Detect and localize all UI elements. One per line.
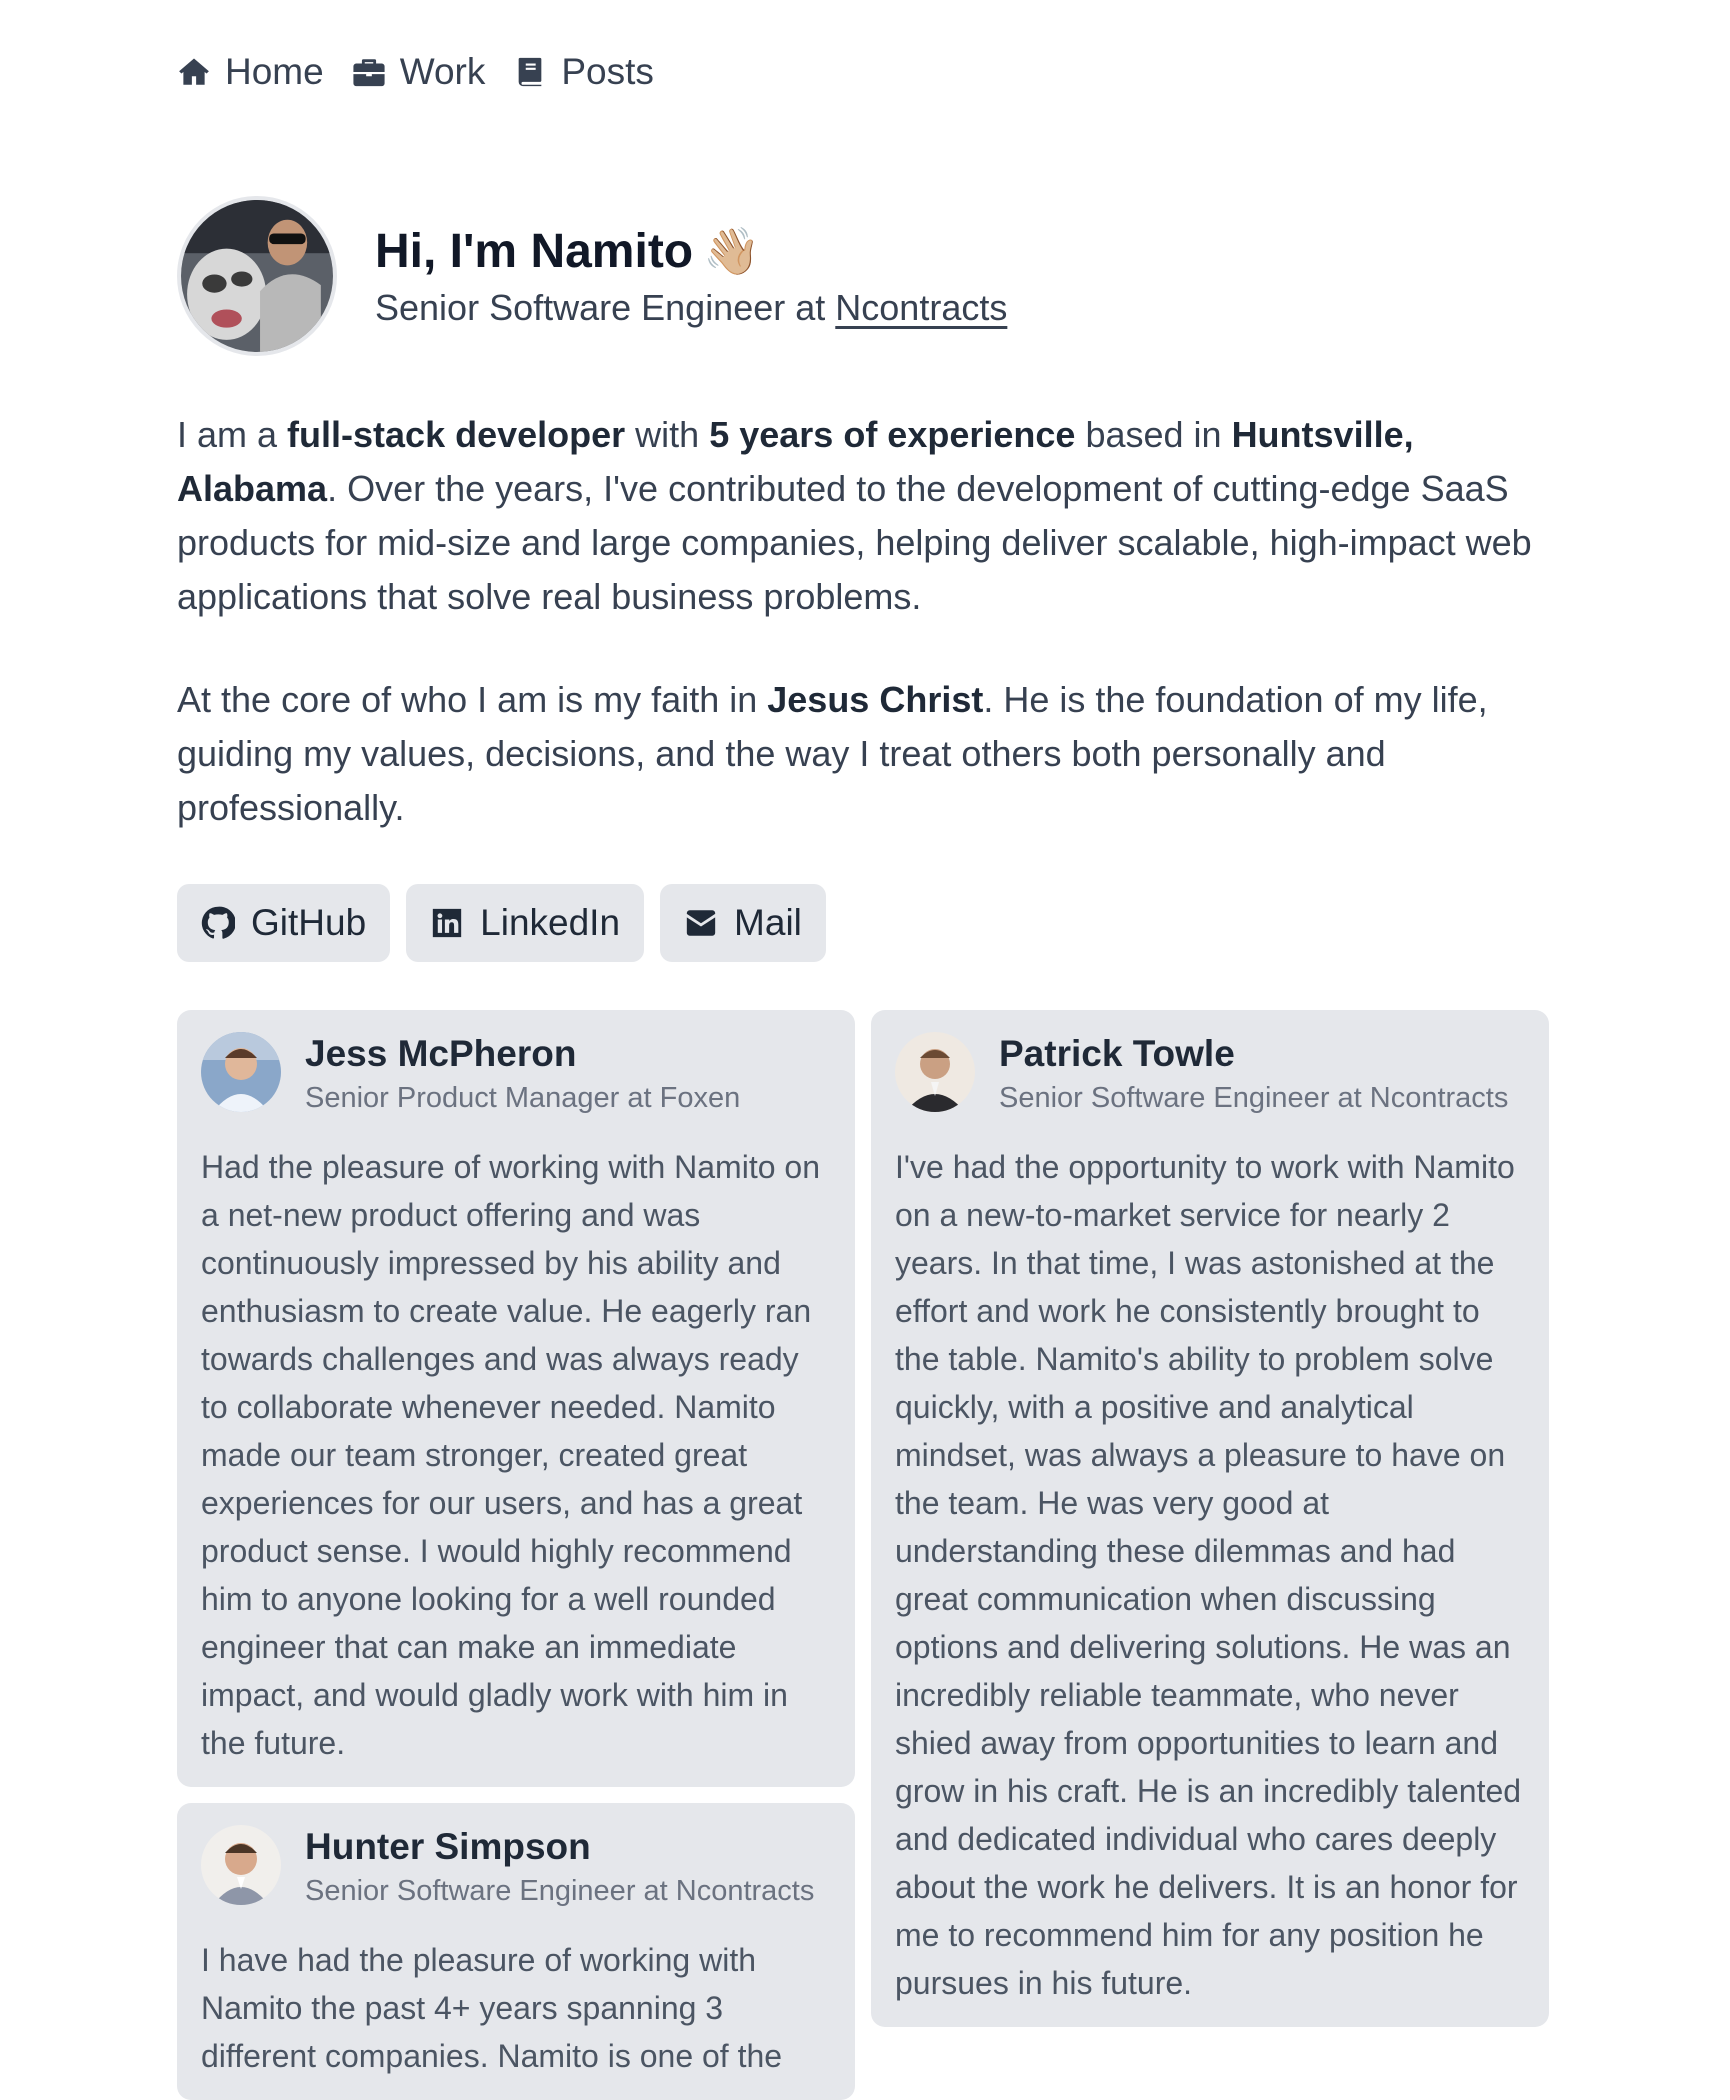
testimonial-name: Patrick Towle bbox=[999, 1033, 1235, 1074]
testimonial-meta: Jess McPheron Senior Product Manager at … bbox=[305, 1032, 740, 1115]
testimonial-header: Jess McPheron Senior Product Manager at … bbox=[201, 1032, 831, 1115]
book-icon bbox=[519, 57, 542, 87]
testimonial-text: I've had the opportunity to work with Na… bbox=[895, 1149, 1522, 2001]
bio-text: I am a bbox=[177, 414, 288, 455]
bio-highlight: Jesus Christ bbox=[767, 679, 984, 720]
bio-text: based in bbox=[1075, 414, 1232, 455]
bio-highlight: full-stack developer bbox=[287, 414, 626, 455]
testimonial-text: I have had the pleasure of working with … bbox=[201, 1942, 783, 2074]
bio: I am a full-stack developer with 5 years… bbox=[177, 408, 1552, 835]
company-link[interactable]: Ncontracts bbox=[835, 287, 1007, 328]
profile-avatar bbox=[177, 196, 337, 356]
home-icon bbox=[179, 58, 209, 85]
role-line: Senior Software Engineer at Ncontracts bbox=[375, 287, 1007, 329]
nav-posts-label: Posts bbox=[561, 51, 654, 92]
person-photo-icon bbox=[895, 1032, 975, 1112]
role-text: Senior Software Engineer at bbox=[375, 286, 826, 328]
profile-text: Hi, I'm Namito 👋🏼 Senior Software Engine… bbox=[375, 223, 1007, 329]
person-photo-icon bbox=[201, 1825, 281, 1905]
github-icon bbox=[201, 906, 235, 939]
testimonial-header: Hunter Simpson Senior Software Engineer … bbox=[201, 1825, 831, 1908]
mail-label: Mail bbox=[734, 902, 802, 943]
testimonials: Jess McPheron Senior Product Manager at … bbox=[177, 1010, 1552, 2100]
testimonial-card: Jess McPheron Senior Product Manager at … bbox=[177, 1010, 855, 1787]
testimonial-meta: Hunter Simpson Senior Software Engineer … bbox=[305, 1825, 814, 1908]
testimonial-header: Patrick Towle Senior Software Engineer a… bbox=[895, 1032, 1525, 1115]
avatar bbox=[201, 1825, 281, 1905]
nav-work-label: Work bbox=[399, 51, 486, 92]
profile-photo-icon bbox=[181, 200, 333, 352]
testimonial-name: Jess McPheron bbox=[305, 1033, 577, 1074]
testimonial-meta: Patrick Towle Senior Software Engineer a… bbox=[999, 1032, 1508, 1115]
bio-paragraph-2: At the core of who I am is my faith in J… bbox=[177, 673, 1552, 835]
github-label: GitHub bbox=[251, 902, 367, 943]
bio-paragraph-1: I am a full-stack developer with 5 years… bbox=[177, 408, 1552, 624]
top-nav: Home Work Posts bbox=[177, 0, 1552, 92]
bio-text: with bbox=[625, 414, 710, 455]
testimonial-card: Hunter Simpson Senior Software Engineer … bbox=[177, 1803, 855, 2100]
testimonial-name: Hunter Simpson bbox=[305, 1826, 591, 1867]
github-button[interactable]: GitHub bbox=[177, 884, 391, 962]
wave-icon: 👋🏼 bbox=[703, 225, 761, 278]
linkedin-label: LinkedIn bbox=[480, 902, 621, 943]
linkedin-button[interactable]: LinkedIn bbox=[406, 884, 645, 962]
avatar bbox=[201, 1032, 281, 1112]
page: Home Work Posts Hi, I'm Namito 👋🏼 Senior… bbox=[0, 0, 1552, 2100]
testimonial-title: Senior Software Engineer at Ncontracts bbox=[999, 1082, 1509, 1114]
nav-work[interactable]: Work bbox=[352, 51, 486, 93]
testimonial-card: Patrick Towle Senior Software Engineer a… bbox=[871, 1010, 1549, 2027]
nav-home-label: Home bbox=[225, 51, 324, 92]
greeting-text: Hi, I'm Namito bbox=[375, 225, 694, 279]
testimonial-text: Had the pleasure of working with Namito … bbox=[201, 1149, 820, 1761]
social-links: GitHub LinkedIn Mail bbox=[177, 884, 1552, 962]
nav-posts[interactable]: Posts bbox=[513, 51, 654, 93]
testimonials-column-right: Patrick Towle Senior Software Engineer a… bbox=[871, 1010, 1549, 2027]
avatar bbox=[895, 1032, 975, 1112]
profile-header: Hi, I'm Namito 👋🏼 Senior Software Engine… bbox=[177, 196, 1552, 356]
linkedin-icon bbox=[432, 908, 462, 938]
testimonials-column-left: Jess McPheron Senior Product Manager at … bbox=[177, 1010, 855, 2100]
nav-home[interactable]: Home bbox=[177, 51, 324, 93]
page-title: Hi, I'm Namito 👋🏼 bbox=[375, 223, 1007, 281]
bio-text: At the core of who I am is my faith in bbox=[177, 679, 768, 720]
mail-button[interactable]: Mail bbox=[660, 884, 826, 962]
mail-icon bbox=[686, 910, 716, 936]
testimonial-title: Senior Software Engineer at Ncontracts bbox=[305, 1875, 815, 1907]
bio-highlight: 5 years of experience bbox=[709, 414, 1076, 455]
testimonial-title: Senior Product Manager at Foxen bbox=[305, 1082, 741, 1114]
bio-text: . Over the years, I've contributed to th… bbox=[177, 468, 1532, 617]
person-photo-icon bbox=[201, 1032, 281, 1112]
briefcase-icon bbox=[353, 59, 385, 87]
